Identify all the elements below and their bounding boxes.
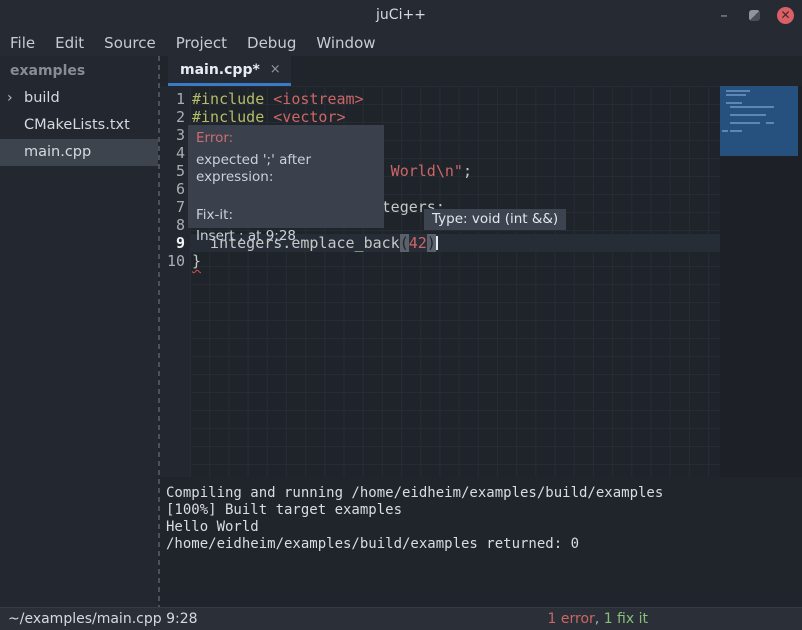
- tab-close-icon[interactable]: ×: [270, 62, 281, 77]
- sidebar-item-label: main.cpp: [24, 144, 91, 160]
- window-title: juCi++: [0, 7, 802, 23]
- tab-main-cpp[interactable]: main.cpp* ×: [168, 56, 291, 86]
- juci-window: juCi++ – ✕ FileEditSourceProjectDebugWin…: [0, 0, 802, 630]
- sidebar-item-build[interactable]: › build: [0, 85, 158, 112]
- sidebar-item-label: build: [24, 90, 60, 106]
- sidebar-item-label: CMakeLists.txt: [24, 117, 130, 133]
- menu-file[interactable]: File: [10, 34, 45, 52]
- code-token: [264, 90, 273, 108]
- error-tooltip: Error: expected ';' after expression: Fi…: [188, 125, 384, 228]
- line-number: 3: [160, 126, 185, 144]
- minimap-viewport[interactable]: [720, 86, 798, 156]
- code-line-1[interactable]: #include <iostream>: [190, 90, 720, 108]
- code-token: #include: [192, 90, 264, 108]
- status-error-count: 1 error: [548, 611, 595, 627]
- fixit-title: Fix-it:: [196, 207, 376, 224]
- error-tooltip-title: Error:: [196, 130, 376, 147]
- line-number: 6: [160, 180, 185, 198]
- code-token: ): [427, 234, 436, 252]
- minimap-code-line: [730, 106, 774, 108]
- line-number: 1: [160, 90, 185, 108]
- tab-label: main.cpp*: [180, 62, 260, 78]
- fixit-message: Insert ; at 9:28: [196, 228, 376, 245]
- type-tooltip: Type: void (int &&): [424, 209, 566, 230]
- terminal-output-panel[interactable]: Compiling and running /home/eidheim/exam…: [160, 477, 802, 607]
- restore-icon[interactable]: [749, 10, 760, 21]
- code-line-2[interactable]: #include <vector>: [190, 108, 720, 126]
- minimap-code-line: [726, 90, 750, 92]
- chevron-right-icon[interactable]: ›: [7, 85, 13, 112]
- code-token: ;: [463, 162, 472, 180]
- menu-debug[interactable]: Debug: [237, 34, 306, 52]
- title-bar: juCi++ – ✕: [0, 0, 802, 30]
- line-number: 5: [160, 162, 185, 180]
- minimap-code-line: [726, 94, 746, 96]
- line-number: 4: [160, 144, 185, 162]
- tab-bar: main.cpp* ×: [160, 56, 802, 86]
- status-bar: ~/examples/main.cpp 9:28 1 error, 1 fix …: [0, 607, 802, 630]
- sidebar-item-cmakelists-txt[interactable]: CMakeLists.txt: [0, 112, 158, 139]
- minimap-code-line: [730, 122, 760, 124]
- code-token: 42: [409, 234, 427, 252]
- minimap-code-line: [730, 114, 766, 116]
- code-token: <iostream>: [273, 90, 363, 108]
- status-file-location: ~/examples/main.cpp 9:28: [8, 608, 198, 630]
- code-token: }: [192, 252, 201, 270]
- code-line-10[interactable]: }: [190, 252, 720, 270]
- error-tooltip-message: expected ';' after expression:: [196, 152, 376, 186]
- project-name-header: examples: [0, 56, 158, 85]
- line-number-gutter: 12345678910: [160, 86, 190, 477]
- minimap-code-line: [766, 122, 774, 124]
- code-token: <vector>: [273, 108, 345, 126]
- code-token: #include: [192, 108, 264, 126]
- output-line: /home/eidheim/examples/build/examples re…: [166, 536, 802, 553]
- minimap-code-line: [726, 102, 742, 104]
- menu-edit[interactable]: Edit: [45, 34, 94, 52]
- menu-source[interactable]: Source: [94, 34, 166, 52]
- code-token: (: [400, 234, 409, 252]
- code-token: [264, 108, 273, 126]
- text-cursor: [436, 236, 438, 250]
- line-number: 2: [160, 108, 185, 126]
- output-line: Hello World: [166, 519, 802, 536]
- minimap-code-line: [730, 130, 742, 132]
- output-line: Compiling and running /home/eidheim/exam…: [166, 485, 802, 502]
- minimize-button[interactable]: –: [716, 6, 732, 24]
- sidebar-item-main-cpp[interactable]: main.cpp: [0, 139, 158, 166]
- window-controls: – ✕: [716, 0, 794, 30]
- status-diagnostics: 1 error, 1 fix it: [548, 608, 648, 630]
- menu-window[interactable]: Window: [306, 34, 385, 52]
- line-number: 8: [160, 216, 185, 234]
- status-fixit-count: 1 fix it: [604, 611, 648, 627]
- line-number: 9: [160, 234, 185, 252]
- status-separator: ,: [595, 611, 604, 627]
- menu-project[interactable]: Project: [166, 34, 237, 52]
- line-number: 7: [160, 198, 185, 216]
- minimap[interactable]: [720, 86, 802, 477]
- output-line: [100%] Built target examples: [166, 502, 802, 519]
- line-number: 10: [160, 252, 185, 270]
- file-tree-sidebar: examples › build CMakeLists.txt main.cpp: [0, 56, 158, 607]
- close-button[interactable]: ✕: [777, 7, 794, 24]
- menu-bar: FileEditSourceProjectDebugWindow: [0, 30, 802, 56]
- minimap-code-line: [722, 130, 728, 132]
